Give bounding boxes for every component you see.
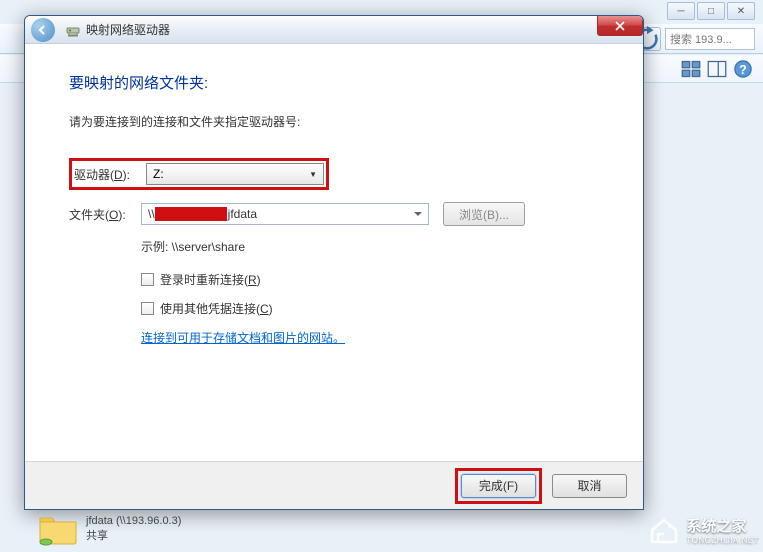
bg-folder-type: 共享 xyxy=(86,527,181,543)
folder-row: 文件夹(O): \\ jfdata 浏览(B)... xyxy=(69,202,599,226)
bg-search-input[interactable]: 搜索 193.9... xyxy=(665,28,755,50)
drive-value: Z: xyxy=(153,167,164,181)
svg-text:?: ? xyxy=(739,63,747,77)
help-icon[interactable]: ? xyxy=(733,59,753,79)
back-button[interactable] xyxy=(31,18,55,42)
drive-select[interactable]: Z: xyxy=(146,163,324,185)
folder-label: 文件夹(O): xyxy=(69,206,141,223)
watermark-text: 系统之家 TONGZHIJIA.NET xyxy=(686,515,759,545)
bg-close-button[interactable]: ✕ xyxy=(727,2,755,20)
folder-prefix: \\ xyxy=(148,207,155,221)
dialog-title: 映射网络驱动器 xyxy=(86,21,170,38)
folder-icon xyxy=(38,512,78,546)
map-network-drive-dialog: 映射网络驱动器 要映射的网络文件夹: 请为要连接到的连接和文件夹指定驱动器号: … xyxy=(24,15,644,510)
folder-input[interactable]: \\ jfdata xyxy=(141,203,429,225)
watermark-en: TONGZHIJIA.NET xyxy=(686,536,759,545)
credentials-checkbox[interactable] xyxy=(141,302,154,315)
reconnect-label: 登录时重新连接(R) xyxy=(160,271,261,288)
dialog-content: 要映射的网络文件夹: 请为要连接到的连接和文件夹指定驱动器号: 驱动器(D): … xyxy=(25,44,643,346)
drive-highlight-frame: 驱动器(D): Z: xyxy=(69,158,329,190)
network-drive-icon xyxy=(65,22,81,38)
dialog-titlebar[interactable]: 映射网络驱动器 xyxy=(25,16,643,44)
dialog-instruction: 请为要连接到的连接和文件夹指定驱动器号: xyxy=(69,113,599,130)
example-text: 示例: \\server\share xyxy=(141,238,599,255)
dialog-button-row: 完成(F) 取消 xyxy=(25,461,643,509)
bg-folder-name: jfdata (\\193.96.0.3) xyxy=(86,515,181,527)
preview-pane-icon[interactable] xyxy=(707,59,727,79)
credentials-checkbox-row[interactable]: 使用其他凭据连接(C) xyxy=(141,300,599,317)
watermark-cn: 系统之家 xyxy=(686,515,759,536)
dialog-heading: 要映射的网络文件夹: xyxy=(69,72,599,93)
watermark-logo-icon xyxy=(646,512,682,548)
close-button[interactable] xyxy=(597,16,643,36)
redacted-host xyxy=(155,207,227,221)
website-storage-link[interactable]: 连接到可用于存储文档和图片的网站。 xyxy=(141,331,345,345)
drive-label: 驱动器(D): xyxy=(74,166,146,183)
search-placeholder: 搜索 193.9... xyxy=(670,31,732,47)
reconnect-checkbox-row[interactable]: 登录时重新连接(R) xyxy=(141,271,599,288)
credentials-label: 使用其他凭据连接(C) xyxy=(160,300,273,317)
reconnect-checkbox[interactable] xyxy=(141,273,154,286)
watermark: 系统之家 TONGZHIJIA.NET xyxy=(646,512,759,548)
view-icon[interactable] xyxy=(681,59,701,79)
bg-folder-text: jfdata (\\193.96.0.3) 共享 xyxy=(86,515,181,543)
browse-button[interactable]: 浏览(B)... xyxy=(443,202,525,226)
bg-maximize-button[interactable]: □ xyxy=(697,2,725,20)
finish-button[interactable]: 完成(F) xyxy=(461,474,536,498)
bg-folder-item[interactable]: jfdata (\\193.96.0.3) 共享 xyxy=(38,512,181,546)
cancel-button[interactable]: 取消 xyxy=(552,474,627,498)
folder-suffix: jfdata xyxy=(228,207,257,221)
finish-highlight-frame: 完成(F) xyxy=(455,468,542,504)
bg-window-controls: ─ □ ✕ xyxy=(667,2,755,20)
drive-row: 驱动器(D): Z: xyxy=(69,158,599,190)
bg-minimize-button[interactable]: ─ xyxy=(667,2,695,20)
options-group: 示例: \\server\share 登录时重新连接(R) 使用其他凭据连接(C… xyxy=(141,238,599,346)
